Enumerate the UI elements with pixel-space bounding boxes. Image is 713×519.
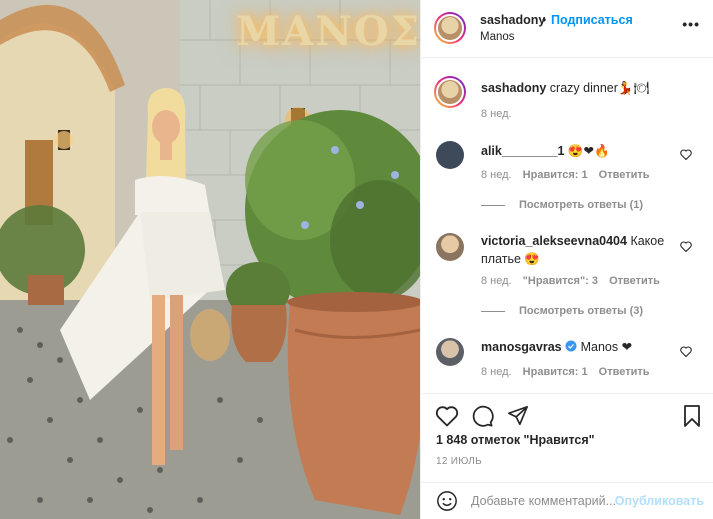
caption-emojis: 💃🍽 [617, 81, 650, 95]
post-date[interactable]: 12 ИЮЛЬ [436, 456, 482, 467]
likes-count[interactable]: 1 848 отметок "Нравится" [436, 433, 595, 447]
restaurant-sign: MANOΣ [236, 8, 420, 55]
comment-username[interactable]: victoria_alekseevna0404 [481, 234, 627, 248]
comment-meta: 8 нед. Нравится: 1 Ответить [481, 366, 650, 378]
emoji-icon[interactable] [436, 490, 458, 512]
view-replies-button[interactable]: Посмотреть ответы (3) [481, 305, 643, 317]
straw-bag [190, 309, 230, 361]
comment-meta: 8 нед. Нравится: 1 Ответить [481, 169, 650, 181]
heart-icon[interactable] [435, 405, 459, 427]
comment-item: manosgavras Manos ❤ 8 нед. Нравится: 1 О… [421, 336, 713, 386]
view-replies-button[interactable]: Посмотреть ответы (1) [481, 199, 643, 211]
location-link[interactable]: Manos [480, 31, 515, 43]
comment-body: Manos ❤ [580, 340, 633, 354]
comment-time[interactable]: 8 нед. [481, 169, 512, 181]
commenter-avatar[interactable] [436, 141, 464, 169]
author-avatar[interactable] [434, 12, 466, 44]
post-actions-bar [421, 393, 713, 437]
publish-button[interactable]: Опубликовать [615, 494, 704, 508]
commenter-avatar[interactable] [436, 338, 464, 366]
leg [152, 295, 165, 465]
comment-text: manosgavras Manos ❤ [481, 338, 632, 356]
comment-likes-count[interactable]: Нравится: 1 [523, 169, 588, 181]
bookmark-icon[interactable] [683, 405, 701, 427]
caption-text: sashadony crazy dinner💃🍽 [481, 79, 649, 97]
header-separator: • [542, 13, 547, 27]
comment-meta: 8 нед. "Нравится": 3 Ответить [481, 275, 660, 287]
caption-time[interactable]: 8 нед. [481, 108, 512, 120]
comment-time[interactable]: 8 нед. [481, 366, 512, 378]
caption-avatar[interactable] [434, 76, 466, 108]
comment-reply-button[interactable]: Ответить [599, 366, 650, 378]
comment-composer: Опубликовать [421, 482, 713, 519]
photo-scene [0, 0, 420, 519]
verified-badge-icon [565, 340, 577, 352]
comment-text: victoria_alekseevna0404 Какое платье 😍 [481, 232, 701, 268]
comment-body: Какое [630, 234, 665, 248]
commenter-avatar[interactable] [436, 233, 464, 261]
replies-divider [481, 310, 505, 312]
comment-username[interactable]: alik________1 [481, 144, 564, 158]
follow-button[interactable]: Подписаться [551, 13, 633, 27]
comment-icon[interactable] [471, 405, 494, 428]
comment-like-heart-icon[interactable] [680, 149, 692, 160]
comment-likes-count[interactable]: Нравится: 1 [523, 366, 588, 378]
comment-text: alik________1 😍❤🔥 [481, 142, 610, 160]
comment-input[interactable] [471, 491, 616, 511]
view-replies-label: Посмотреть ответы (1) [519, 199, 644, 211]
comment-like-heart-icon[interactable] [680, 346, 692, 357]
comment-body: 😍❤🔥 [567, 144, 610, 158]
caption-body: crazy dinner [549, 81, 618, 95]
post-header: sashadony • Подписаться Manos ••• [421, 0, 713, 58]
post-details-panel: sashadony • Подписаться Manos ••• sashad… [420, 0, 713, 519]
more-dots-icon[interactable]: ••• [682, 16, 700, 32]
replies-divider [481, 204, 505, 206]
comment-likes-count[interactable]: "Нравится": 3 [523, 275, 598, 287]
post-photo[interactable]: MANOΣ [0, 0, 420, 519]
comment-like-heart-icon[interactable] [680, 241, 692, 252]
comment-reply-button[interactable]: Ответить [609, 275, 660, 287]
share-icon[interactable] [507, 405, 529, 427]
view-replies-label: Посмотреть ответы (3) [519, 305, 644, 317]
comment-body-line2: платье 😍 [481, 252, 540, 266]
comment-item: alik________1 😍❤🔥 8 нед. Нравится: 1 Отв… [421, 138, 713, 218]
comment-username[interactable]: manosgavras [481, 340, 562, 354]
caption-meta: 8 нед. [481, 108, 512, 120]
comment-time[interactable]: 8 нед. [481, 275, 512, 287]
post-caption: sashadony crazy dinner💃🍽 8 нед. [421, 70, 713, 130]
comment-item: victoria_alekseevna0404 Какое платье 😍 8… [421, 230, 713, 320]
author-username[interactable]: sashadony [480, 13, 545, 27]
comment-reply-button[interactable]: Ответить [599, 169, 650, 181]
caption-username[interactable]: sashadony [481, 81, 546, 95]
